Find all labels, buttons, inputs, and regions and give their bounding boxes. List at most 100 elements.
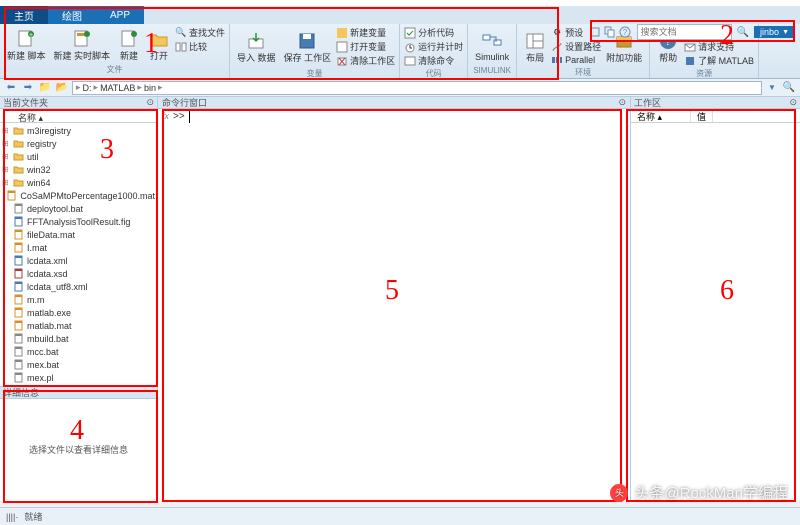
layout-button[interactable]: 布局: [521, 26, 549, 66]
file-type-icon: [13, 320, 24, 331]
command-window[interactable]: fx >>: [158, 109, 630, 501]
file-name: CoSaMPMtoPercentage1000.mat: [20, 191, 155, 201]
fx-icon[interactable]: fx: [162, 111, 169, 121]
search-path-icon[interactable]: 🔍: [782, 81, 796, 95]
file-name: registry: [27, 139, 57, 149]
run-time-button[interactable]: 运行并计时: [404, 40, 463, 53]
copy-icon[interactable]: [604, 26, 616, 38]
file-name: m3iregistry: [27, 126, 71, 136]
file-type-icon: [13, 359, 24, 370]
path-field[interactable]: ▸D: ▸MATLAB ▸bin ▸: [72, 81, 762, 95]
panel-menu-icon[interactable]: ⊙: [789, 97, 797, 108]
parallel-icon: [551, 54, 563, 66]
new-script-button[interactable]: +新建 脚本: [4, 26, 49, 63]
file-item[interactable]: FFTAnalysisToolResult.fig: [0, 215, 157, 228]
new-live-script-button[interactable]: 新建 实时脚本: [51, 26, 114, 63]
workspace-header: 工作区⊙: [631, 97, 800, 109]
prompt: >>: [173, 111, 185, 122]
details-header: 详细信息: [0, 387, 157, 399]
expand-icon[interactable]: ⊞: [2, 126, 10, 135]
group-file-label: 文件: [4, 63, 225, 76]
file-item[interactable]: lcdata.xsd: [0, 267, 157, 280]
clear-cmd-button[interactable]: 清除命令: [404, 54, 463, 67]
file-name: matlab.exe: [27, 308, 71, 318]
file-name: lcdata.xsd: [27, 269, 68, 279]
file-type-icon: [13, 203, 24, 214]
file-type-icon: [13, 229, 24, 240]
file-name: win32: [27, 165, 51, 175]
name-column-header[interactable]: 名称 ▴: [0, 109, 157, 123]
search-input[interactable]: [637, 24, 732, 40]
open-var-icon: [336, 41, 348, 53]
tab-plot[interactable]: 绘图: [48, 6, 96, 24]
expand-icon[interactable]: ⊞: [2, 178, 10, 187]
file-item[interactable]: ⊞ m3iregistry: [0, 124, 157, 137]
file-item[interactable]: fileData.mat: [0, 228, 157, 241]
set-path-button[interactable]: 设置路径: [551, 40, 601, 53]
file-item[interactable]: ⊞win64: [0, 176, 157, 189]
file-item[interactable]: mcc.bat: [0, 345, 157, 358]
learn-button[interactable]: 了解 MATLAB: [684, 54, 754, 67]
expand-icon[interactable]: ⊞: [2, 165, 10, 174]
path-icon: [551, 41, 563, 53]
cut-icon[interactable]: [589, 26, 601, 38]
open-button[interactable]: 打开: [145, 26, 173, 63]
browse-button[interactable]: 📂: [55, 81, 69, 95]
folder-up-icon[interactable]: 📁: [38, 81, 52, 95]
file-browser: 名称 ▴ ⊞m3iregistry⊞registry⊞util⊞win32⊞wi…: [0, 109, 157, 386]
back-button[interactable]: ⬅: [4, 81, 18, 95]
analyze-code-button[interactable]: 分析代码: [404, 26, 463, 39]
file-type-icon: [13, 294, 24, 305]
open-var-button[interactable]: 打开变量: [336, 40, 395, 53]
file-type-icon: [13, 255, 24, 266]
new-var-button[interactable]: 新建变量: [336, 26, 395, 39]
file-item[interactable]: matlab.mat: [0, 319, 157, 332]
status-text: 就绪: [24, 510, 42, 523]
file-item[interactable]: mex.bat: [0, 358, 157, 371]
file-item[interactable]: mex.pl: [0, 371, 157, 384]
simulink-button[interactable]: Simulink: [472, 26, 512, 65]
file-item[interactable]: m.m: [0, 293, 157, 306]
find-files-button[interactable]: 🔍查找文件: [175, 26, 225, 39]
compare-button[interactable]: 比较: [175, 40, 225, 53]
file-name: mbuild.bat: [27, 334, 69, 344]
file-item[interactable]: ⊞util: [0, 150, 157, 163]
expand-icon[interactable]: ⊞: [2, 139, 10, 148]
new-menu-button[interactable]: 新建: [115, 26, 143, 63]
file-item[interactable]: lcdata_utf8.xml: [0, 280, 157, 293]
current-folder-header: 当前文件夹⊙: [0, 97, 157, 109]
file-type-icon: [13, 307, 24, 318]
file-item[interactable]: mbuild.bat: [0, 332, 157, 345]
file-item[interactable]: ⊞ registry: [0, 137, 157, 150]
search-icon[interactable]: 🔍: [737, 27, 749, 38]
panel-menu-icon[interactable]: ⊙: [618, 97, 626, 108]
file-item[interactable]: CoSaMPMtoPercentage1000.mat: [0, 189, 157, 202]
clear-ws-button[interactable]: 清除工作区: [336, 54, 395, 67]
save-workspace-button[interactable]: 保存 工作区: [281, 26, 335, 67]
expand-icon[interactable]: ⊞: [2, 152, 10, 161]
panel-menu-icon[interactable]: ⊙: [146, 97, 154, 108]
help-icon[interactable]: ?: [619, 26, 631, 38]
file-item[interactable]: ⊞ win32: [0, 163, 157, 176]
file-item[interactable]: lcdata.xml: [0, 254, 157, 267]
file-name: I.mat: [27, 243, 47, 253]
tab-app[interactable]: APP: [96, 6, 144, 24]
user-menu[interactable]: jinbo▼: [754, 26, 795, 38]
tab-home[interactable]: 主页: [0, 6, 48, 24]
simulink-icon: [481, 29, 503, 51]
import-data-button[interactable]: 导入 数据: [234, 26, 279, 67]
ws-name-col[interactable]: 名称 ▴: [631, 109, 691, 122]
path-dropdown[interactable]: ▼: [765, 81, 779, 95]
forward-button[interactable]: ➡: [21, 81, 35, 95]
file-name: deploytool.bat: [27, 204, 83, 214]
parallel-button[interactable]: Parallel: [551, 54, 601, 66]
file-item[interactable]: deploytool.bat: [0, 202, 157, 215]
file-item[interactable]: I.mat: [0, 241, 157, 254]
compare-icon: [175, 41, 187, 53]
timer-icon: [404, 41, 416, 53]
file-name: mex.pl: [27, 373, 54, 383]
ws-value-col[interactable]: 值: [691, 109, 713, 122]
file-name: m.m: [27, 295, 45, 305]
file-item[interactable]: matlab.exe: [0, 306, 157, 319]
support-button[interactable]: 请求支持: [684, 40, 754, 53]
